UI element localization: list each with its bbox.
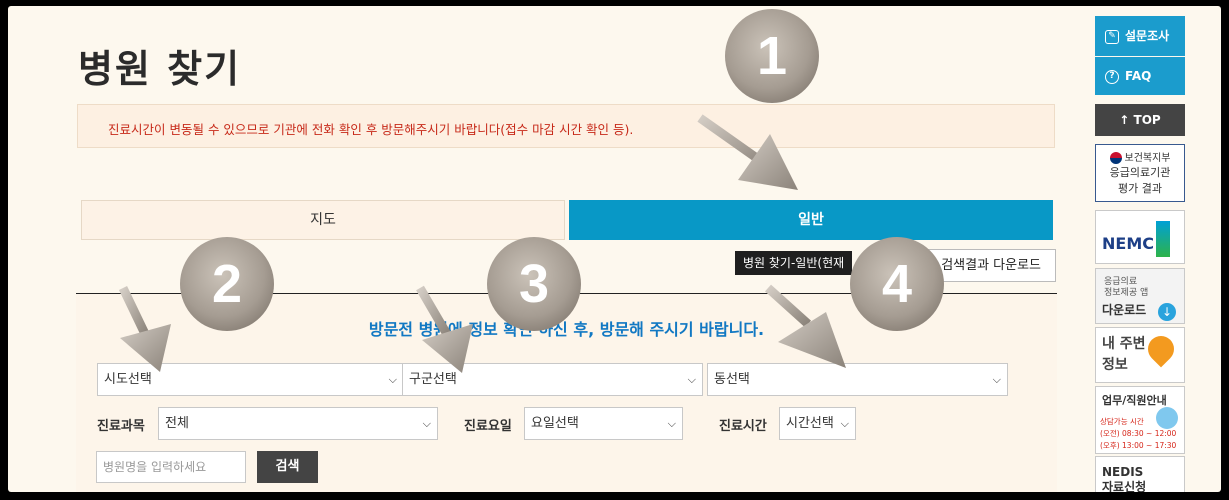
tooltip: 병원 찾기-일반(현재 <box>735 251 853 275</box>
notice-box: 진료시간이 변동될 수 있으므로 기관에 전화 확인 후 방문해주시기 바랍니다… <box>77 104 1055 148</box>
nemc-logo: NEMC <box>1102 234 1154 253</box>
banner-nemc[interactable]: NEMC <box>1095 210 1185 264</box>
chat-bubble-icon <box>1156 407 1178 429</box>
annotation-marker-2: 2 <box>180 237 274 331</box>
department-select[interactable]: 전체 ⌵ <box>158 407 438 440</box>
search-button[interactable]: 검색 <box>257 451 318 483</box>
day-label: 진료요일 <box>464 419 512 434</box>
banner-app-line1: 응급의료 <box>1104 277 1138 287</box>
dong-select[interactable]: 동선택 ⌵ <box>707 363 1008 396</box>
banner-staff-sub2: (오전) 08:30 ~ 12:00 <box>1100 429 1177 438</box>
province-select[interactable]: 시도선택 ⌵ <box>97 363 404 396</box>
location-pin-icon <box>1142 330 1180 368</box>
question-icon: ? <box>1105 69 1119 84</box>
tab-general[interactable]: 일반 <box>569 200 1053 240</box>
download-icon: ↓ <box>1158 303 1176 321</box>
dong-select-value: 동선택 <box>714 372 750 387</box>
edit-icon: ✎ <box>1105 29 1119 44</box>
annotation-marker-1: 1 <box>725 9 819 103</box>
banner-staff-title: 업무/직원안내 <box>1102 394 1167 407</box>
day-select-value: 요일선택 <box>531 416 579 431</box>
faq-button[interactable]: ? FAQ <box>1095 57 1185 95</box>
banner-nearby-line2: 정보 <box>1102 357 1128 373</box>
banner-staff-sub1: 상담가능 시간 <box>1100 417 1144 426</box>
province-select-value: 시도선택 <box>104 372 152 387</box>
time-select[interactable]: 시간선택 ⌵ <box>779 407 856 440</box>
banner-nedis-line2: 자료신청 <box>1102 480 1147 492</box>
survey-button[interactable]: ✎ 설문조사 <box>1095 16 1185 56</box>
annotation-marker-4: 4 <box>850 237 944 331</box>
chevron-down-icon: ⌵ <box>840 417 849 430</box>
district-select[interactable]: 구군선택 ⌵ <box>402 363 703 396</box>
faq-label: FAQ <box>1125 69 1152 83</box>
banner-nearby-line1: 내 주변 <box>1102 336 1146 352</box>
chevron-down-icon: ⌵ <box>992 373 1001 386</box>
banner-app-line2: 정보제공 앱 <box>1104 288 1149 298</box>
top-button[interactable]: ↑ TOP <box>1095 104 1185 136</box>
tab-map[interactable]: 지도 <box>81 200 565 240</box>
banner-nedis-line1: NEDIS <box>1102 465 1144 479</box>
banner-nedis[interactable]: NEDIS 자료신청 <box>1095 456 1185 492</box>
district-select-value: 구군선택 <box>409 372 457 387</box>
chevron-down-icon: ⌵ <box>422 417 431 430</box>
notice-text: 진료시간이 변동될 수 있으므로 기관에 전화 확인 후 방문해주시기 바랍니다… <box>108 122 634 137</box>
banner-staff-guide[interactable]: 업무/직원안내 상담가능 시간 (오전) 08:30 ~ 12:00 (오후) 13… <box>1095 386 1185 454</box>
department-label: 진료과목 <box>97 419 145 434</box>
hospital-name-input[interactable]: 병원명을 입력하세요 <box>96 451 246 483</box>
survey-label: 설문조사 <box>1125 29 1170 43</box>
banner-app-download[interactable]: 응급의료 정보제공 앱 다운로드 ↓ <box>1095 268 1185 324</box>
banner-app-line3: 다운로드 <box>1102 303 1147 317</box>
banner-staff-sub3: (오후) 13:00 ~ 17:30 <box>1100 441 1177 450</box>
government-emblem-icon <box>1109 152 1122 164</box>
banner-ministry-label: 보건복지부 <box>1124 153 1171 164</box>
banner-emergency-evaluation[interactable]: 보건복지부 응급의료기관 평가 결과 <box>1095 144 1185 202</box>
banner-eval-line1: 응급의료기관 <box>1109 166 1171 179</box>
nemc-cross-icon <box>1156 221 1170 257</box>
banner-nearby-info[interactable]: 내 주변정보 <box>1095 327 1185 383</box>
annotation-marker-3: 3 <box>487 237 581 331</box>
chevron-down-icon: ⌵ <box>667 417 676 430</box>
department-select-value: 전체 <box>165 416 189 431</box>
banner-eval-line2: 평가 결과 <box>1118 182 1162 195</box>
time-label: 진료시간 <box>719 419 767 434</box>
page-container: 병원 찾기 진료시간이 변동될 수 있으므로 기관에 전화 확인 후 방문해주시… <box>8 6 1221 492</box>
time-select-value: 시간선택 <box>786 416 834 431</box>
page-title: 병원 찾기 <box>78 47 242 91</box>
chevron-down-icon: ⌵ <box>687 373 696 386</box>
chevron-down-icon: ⌵ <box>388 373 397 386</box>
day-select[interactable]: 요일선택 ⌵ <box>524 407 683 440</box>
